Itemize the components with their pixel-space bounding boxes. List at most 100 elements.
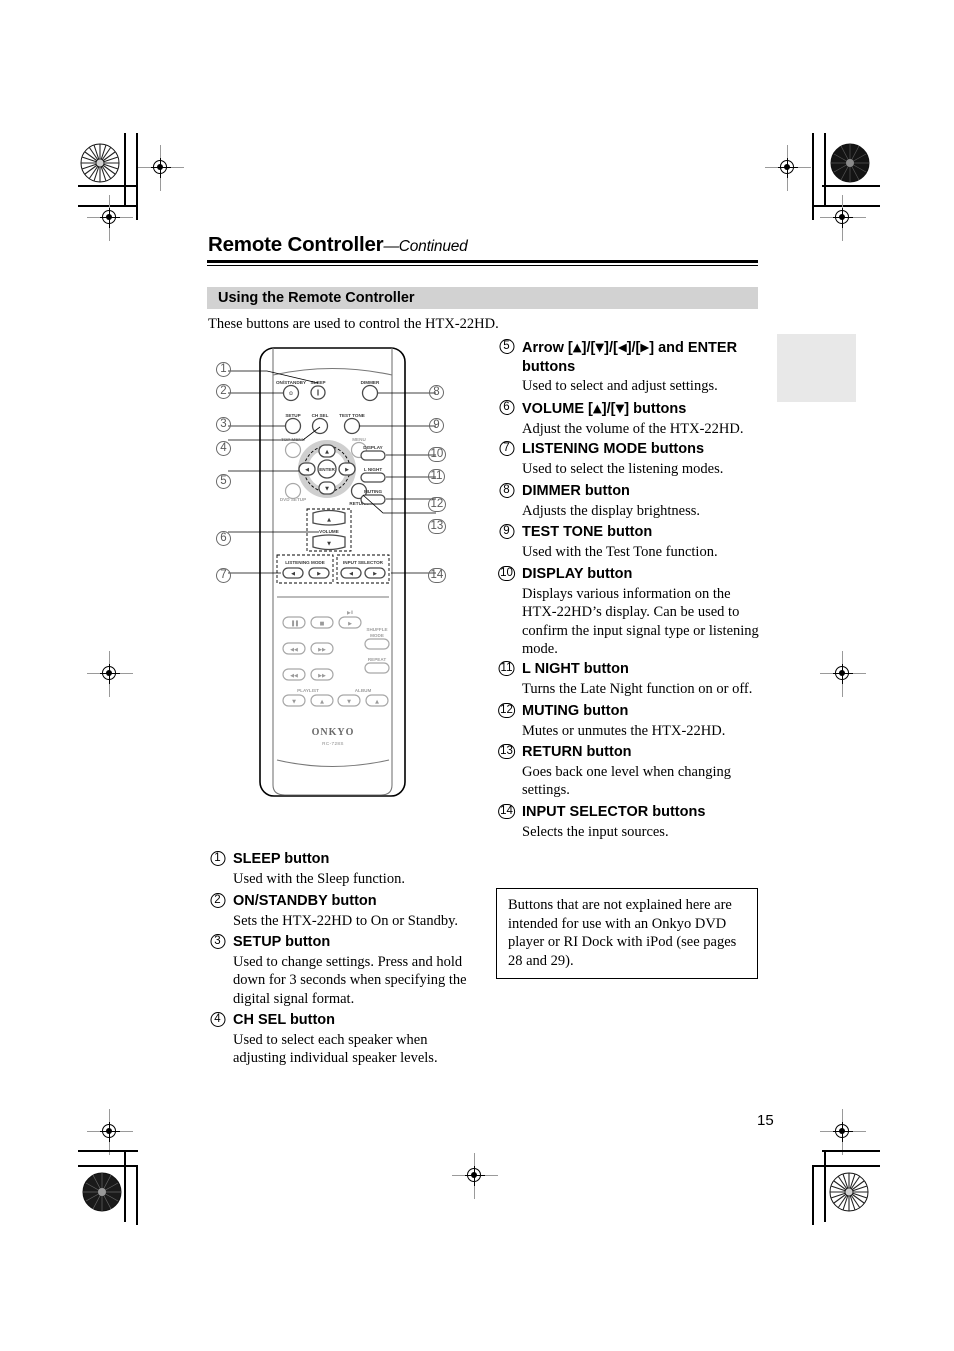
entry-9-heading: TEST TONE button	[522, 524, 653, 540]
entry-11: 11 L NIGHT button Turns the Late Night f…	[497, 660, 759, 698]
entry-7-description: Used to select the listening modes.	[522, 460, 724, 477]
registration-starburst-top-right	[830, 143, 870, 183]
crop-mark-bottom-left-h	[78, 1150, 138, 1152]
entry-1-description: Used with the Sleep function.	[233, 870, 405, 887]
page-title-continued: —Continued	[383, 238, 468, 255]
manual-page: Remote Controller—Continued Using the Re…	[0, 0, 954, 1351]
svg-text:MENU: MENU	[352, 437, 366, 442]
entry-6-description: Adjust the volume of the HTX-22HD.	[522, 420, 744, 437]
svg-text:▲: ▲	[375, 699, 379, 705]
entry-7-number: 7	[497, 441, 516, 456]
crop-mark-top-right-h	[822, 185, 880, 187]
svg-text:▼: ▼	[347, 699, 351, 705]
crop-mark-bottom-left-v2	[136, 1165, 138, 1225]
entry-5-number: 5	[497, 339, 516, 354]
entry-13-number: 13	[497, 744, 516, 759]
entry-2: 2 ON/STANDBY button Sets the HTX-22HD to…	[208, 892, 473, 930]
svg-text:▶‖: ▶‖	[346, 610, 353, 615]
callout-right-14: 14	[428, 568, 446, 583]
crop-mark-bottom-left-h2	[78, 1165, 138, 1167]
entry-6: 6 VOLUME [▲]/[▼] buttons Adjust the volu…	[497, 399, 759, 438]
entry-11-description: Turns the Late Night function on or off.	[522, 680, 753, 697]
svg-text:DIMMER: DIMMER	[361, 380, 380, 385]
registration-target-top-left-inner	[138, 145, 184, 191]
svg-text:L NIGHT: L NIGHT	[364, 467, 382, 472]
svg-text:LISTENING MODE: LISTENING MODE	[285, 560, 325, 565]
registration-starburst-bottom-left	[82, 1172, 122, 1212]
callout-left-5: 5	[216, 474, 231, 489]
svg-text:▐▐: ▐▐	[290, 620, 298, 627]
entry-8-description: Adjusts the display brightness.	[522, 502, 701, 519]
registration-target-bottom-center	[452, 1153, 498, 1199]
svg-text:DISPLAY: DISPLAY	[363, 445, 383, 450]
callout-left-2: 2	[216, 384, 231, 399]
entry-2-description: Sets the HTX-22HD to On or Standby.	[233, 912, 458, 929]
note-box-text: Buttons that are not explained here are …	[508, 897, 737, 969]
callout-right-13: 13	[428, 519, 446, 534]
page-title: Remote Controller—Continued	[208, 233, 468, 257]
registration-target-left-lower	[87, 1109, 133, 1155]
entry-8: 8 DIMMER button Adjusts the display brig…	[497, 482, 759, 520]
entry-3-heading: SETUP button	[233, 934, 331, 950]
svg-text:▶: ▶	[373, 571, 377, 577]
registration-starburst-top-left	[80, 143, 120, 183]
svg-text:■: ■	[320, 621, 325, 627]
svg-text:ALBUM: ALBUM	[355, 688, 372, 693]
entry-12-heading: MUTING button	[522, 703, 629, 719]
callout-right-11: 11	[428, 469, 445, 484]
entry-12: 12 MUTING button Mutes or unmutes the HT…	[497, 702, 759, 740]
registration-target-left-middle	[87, 651, 133, 697]
entry-10-heading: DISPLAY button	[522, 566, 633, 582]
callout-left-6: 6	[216, 531, 231, 546]
registration-target-top-right-inner	[765, 145, 811, 191]
svg-text:◀: ◀	[305, 467, 309, 473]
entry-11-number: 11	[497, 661, 516, 676]
entry-4-description: Used to select each speaker when adjusti…	[233, 1031, 438, 1067]
svg-text:PLAYLIST: PLAYLIST	[297, 688, 319, 693]
svg-text:▶▶: ▶▶	[318, 647, 326, 653]
svg-text:ONKYO: ONKYO	[312, 727, 355, 738]
entry-5-heading: Arrow [▲]/[▼]/[◀]/[▶] and ENTER buttons	[522, 340, 738, 375]
entry-10-description: Displays various information on the HTX-…	[522, 585, 759, 658]
svg-text:▶: ▶	[317, 571, 321, 577]
entry-3-description: Used to change settings. Press and hold …	[233, 953, 467, 1007]
entry-1-number: 1	[208, 851, 227, 866]
svg-text:CH SEL: CH SEL	[312, 413, 329, 418]
entry-1: 1 SLEEP button Used with the Sleep funct…	[208, 850, 473, 888]
intro-text: These buttons are used to control the HT…	[208, 316, 499, 332]
registration-target-right-lower	[820, 1109, 866, 1155]
entry-13: 13 RETURN button Goes back one level whe…	[497, 743, 759, 800]
entry-4-number: 4	[208, 1012, 227, 1027]
note-box: Buttons that are not explained here are …	[496, 888, 758, 979]
svg-text:ENTER: ENTER	[319, 467, 335, 472]
svg-text:VOLUME: VOLUME	[319, 529, 339, 534]
svg-text:TOP MENU: TOP MENU	[281, 437, 306, 442]
entry-8-number: 8	[497, 483, 516, 498]
entry-7: 7 LISTENING MODE buttons Used to select …	[497, 440, 759, 478]
title-rule-lower	[207, 265, 758, 267]
entry-11-heading: L NIGHT button	[522, 661, 629, 677]
svg-text:TEST TONE: TEST TONE	[339, 413, 365, 418]
entry-7-heading: LISTENING MODE buttons	[522, 441, 705, 457]
callout-left-1: 1	[216, 362, 231, 377]
svg-text:MODE: MODE	[370, 633, 384, 638]
svg-text:▲: ▲	[327, 517, 331, 523]
svg-text:▼: ▼	[327, 541, 331, 547]
crop-mark-bottom-right-h2	[812, 1165, 880, 1167]
entry-3-number: 3	[208, 934, 227, 949]
entry-4-heading: CH SEL button	[233, 1012, 336, 1028]
crop-mark-top-left-v2	[136, 133, 138, 220]
second-button-row: SETUP CH SEL TEST TONE	[284, 413, 365, 435]
page-title-text: Remote Controller	[208, 233, 384, 256]
entry-13-heading: RETURN button	[522, 744, 632, 760]
svg-text:▼: ▼	[325, 486, 329, 492]
entry-5-description: Used to select and adjust settings.	[522, 378, 718, 394]
callout-left-4: 4	[216, 441, 231, 456]
entry-2-number: 2	[208, 893, 227, 908]
callout-right-10: 10	[428, 447, 446, 462]
svg-text:MUTING: MUTING	[364, 489, 383, 494]
svg-text:◀: ◀	[349, 571, 353, 577]
entry-12-description: Mutes or unmutes the HTX-22HD.	[522, 722, 726, 739]
entry-10-number: 10	[497, 566, 516, 581]
section-heading-text: Using the Remote Controller	[218, 290, 415, 306]
